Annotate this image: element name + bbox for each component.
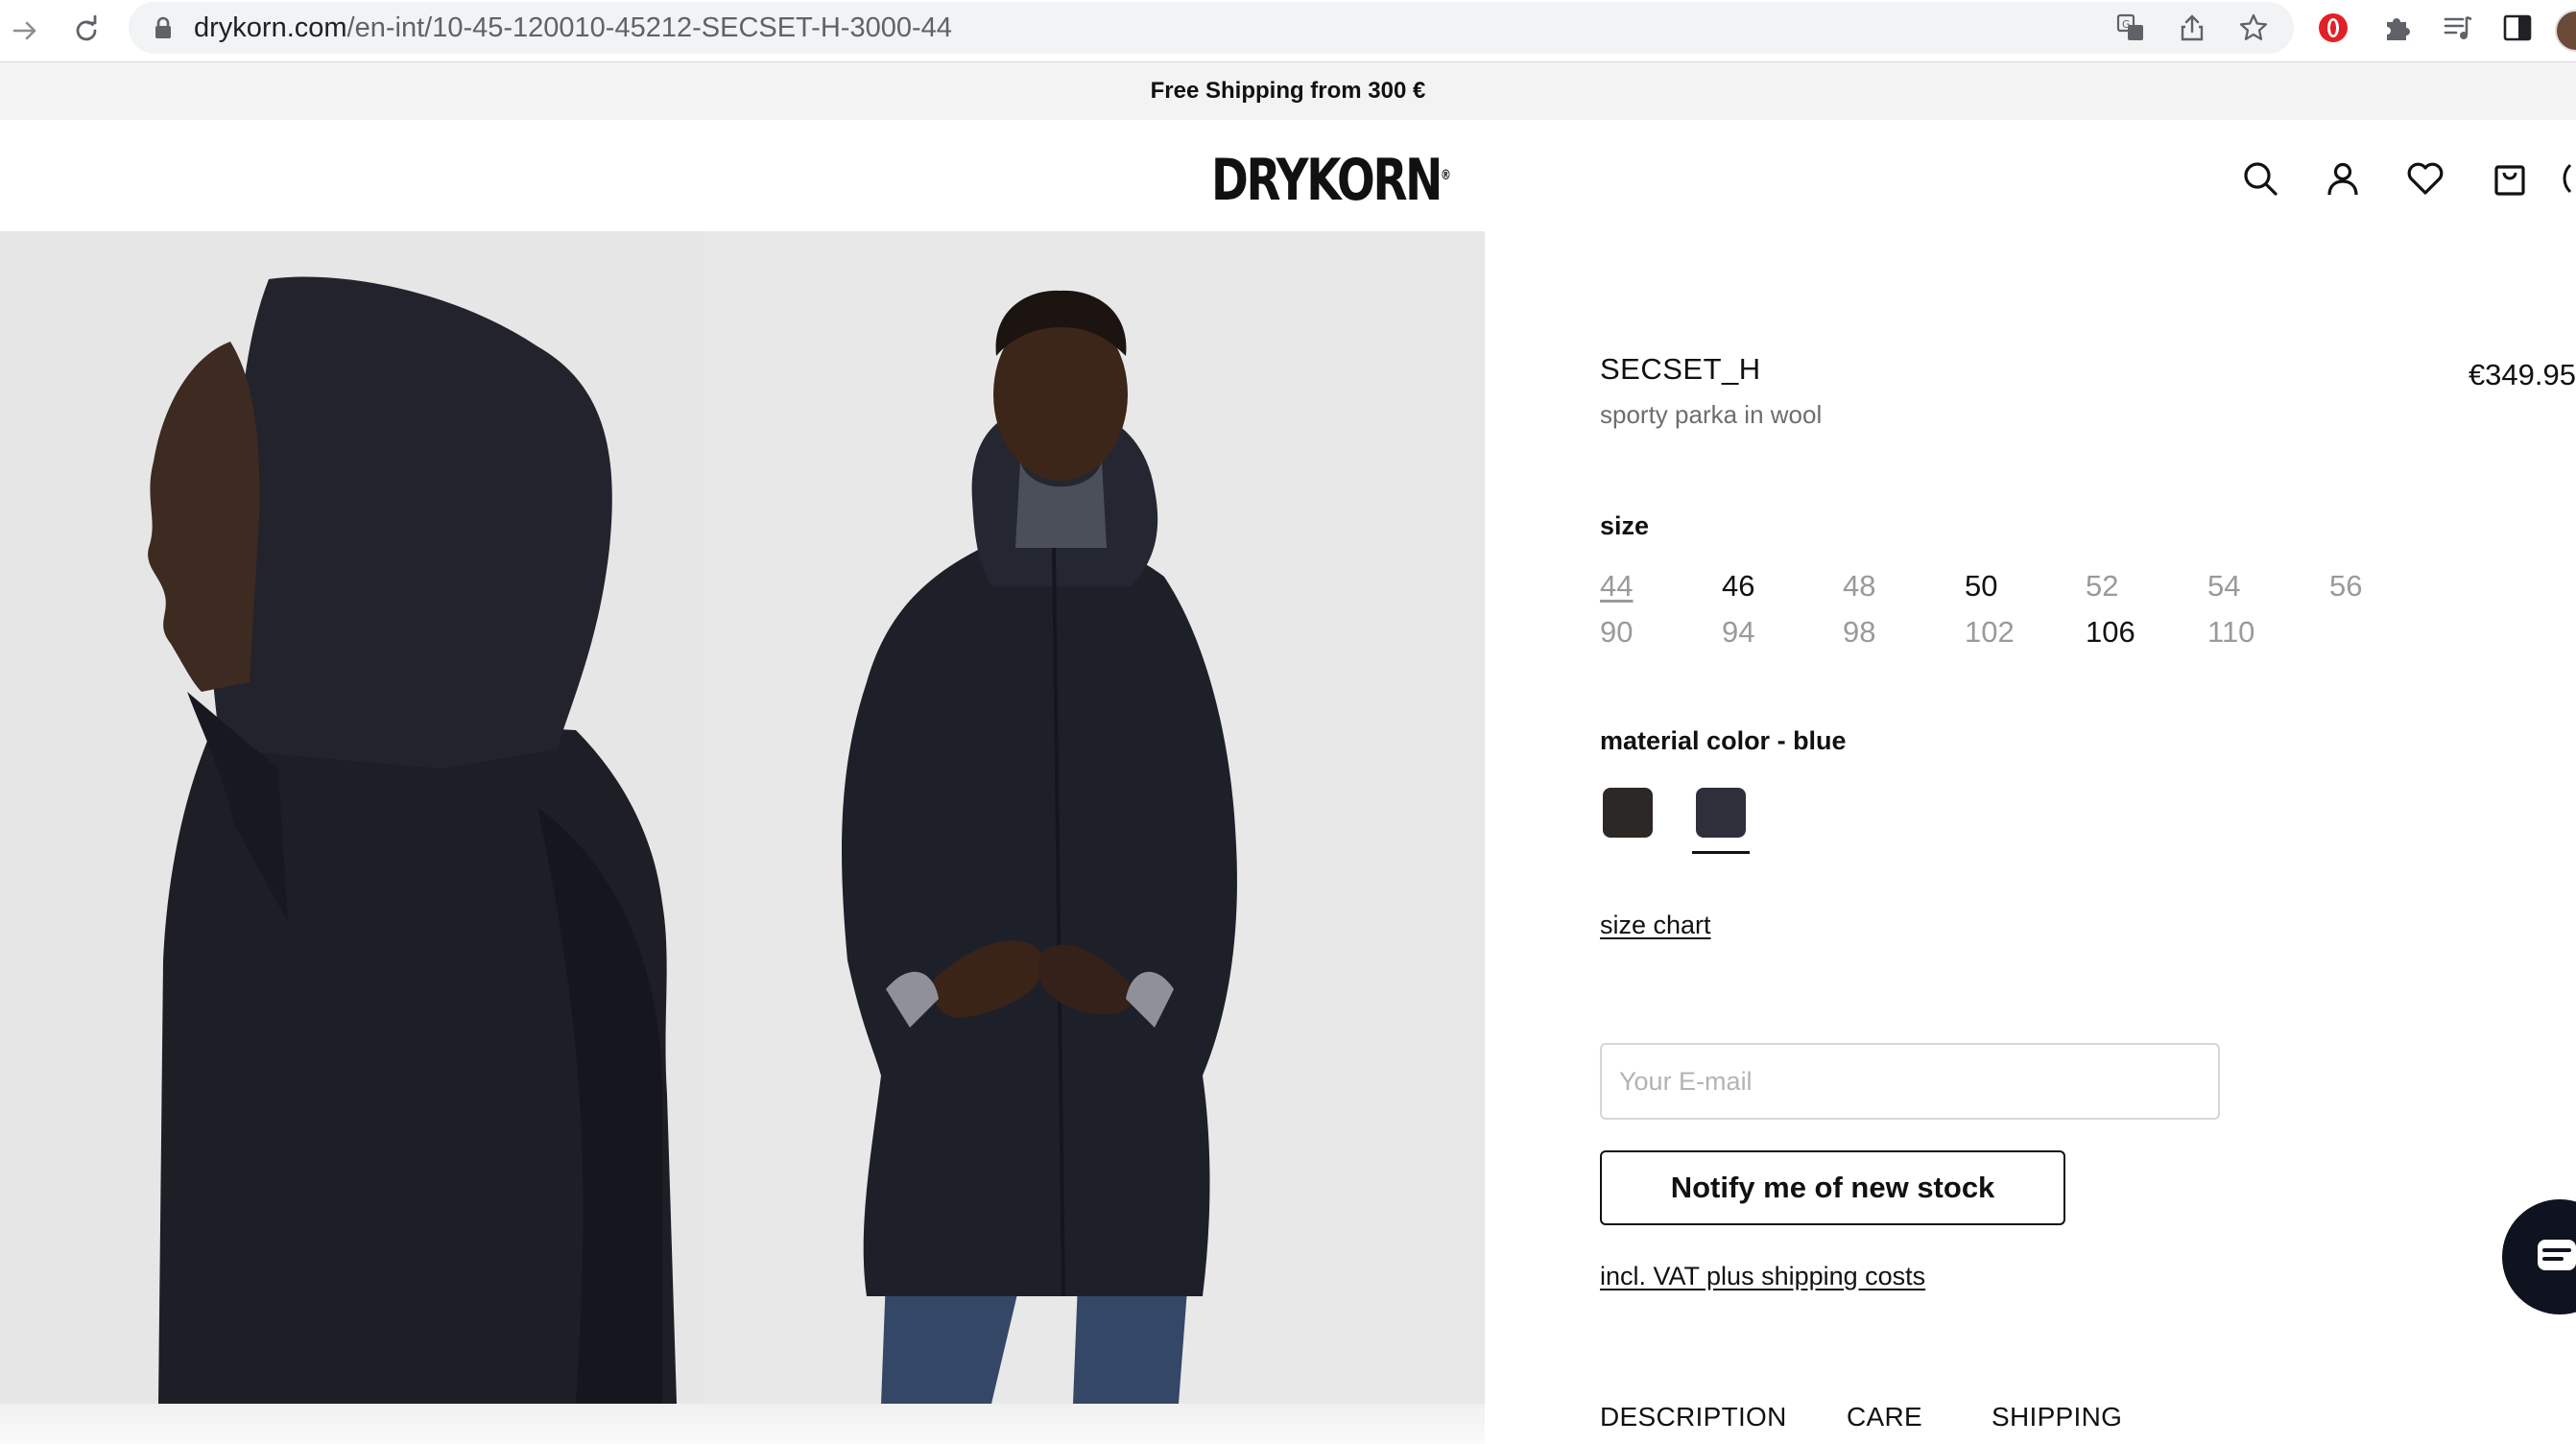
size-eu: 52 [2086,569,2119,603]
translate-icon[interactable]: G [2115,12,2146,43]
tab-care[interactable]: CARE [1847,1402,1922,1432]
size-eu: 54 [2207,569,2241,603]
tab-shipping[interactable]: SHIPPING [1992,1402,2122,1432]
size-us: 102 [1965,615,2015,649]
logo-text: DRYKORN [1211,147,1443,214]
forward-icon[interactable] [2,8,48,54]
notify-me-button[interactable]: Notify me of new stock [1600,1150,2065,1225]
account-icon[interactable] [2323,158,2363,199]
size-option-50[interactable]: 50 102 [1965,563,2070,655]
profile-avatar[interactable] [2555,10,2576,52]
cart-bag-icon[interactable] [2490,158,2530,199]
size-us [2329,609,2435,655]
extensions-puzzle-icon[interactable] [2380,12,2413,44]
size-eu: 50 [1965,569,1998,603]
size-us: 98 [1843,615,1876,649]
gallery-scroll-area[interactable] [0,1404,1485,1444]
tab-description[interactable]: DESCRIPTION [1600,1402,1787,1432]
bookmark-star-icon[interactable] [2238,12,2269,43]
cart-count-icon[interactable] [2559,158,2576,199]
size-eu: 48 [1843,569,1876,603]
product-price: €349.95 [2468,358,2576,391]
color-swatch-blue[interactable] [1696,788,1746,838]
drykorn-logo[interactable]: DRYKORN® [1211,147,1451,214]
chat-widget-button[interactable] [2502,1199,2576,1314]
size-option-48[interactable]: 48 98 [1843,563,1948,655]
size-us: 90 [1600,615,1634,649]
browser-toolbar: drykorn.com/en-int/10-45-120010-45212-SE… [0,0,2576,62]
size-chart-link[interactable]: size chart [1600,911,1711,940]
size-eu: 46 [1722,569,1755,603]
opera-extension-icon[interactable] [2317,12,2349,44]
size-eu: 44 [1600,569,1634,603]
product-image-side-view[interactable] [0,231,704,1404]
size-label: size [1600,511,1650,540]
lock-icon[interactable] [150,14,177,41]
chat-icon [2538,1240,2576,1270]
size-us: 106 [2086,615,2135,649]
reload-icon[interactable] [63,8,109,54]
product-name: SECSET_H [1600,352,1761,386]
free-shipping-banner: Free Shipping from 300 € [0,62,2576,120]
site-header: DRYKORN® [0,120,2576,231]
selected-swatch-indicator [1692,851,1750,854]
svg-text:G: G [2122,18,2131,31]
size-option-44[interactable]: 44 90 [1600,563,1705,655]
email-field[interactable] [1600,1043,2220,1120]
share-icon[interactable] [2177,12,2207,43]
address-bar[interactable]: drykorn.com/en-int/10-45-120010-45212-SE… [129,2,2294,54]
product-gallery[interactable] [0,231,1485,1404]
size-option-56[interactable]: 56 [2329,563,2435,655]
product-subtitle: sporty parka in wool [1600,400,1823,429]
side-panel-icon[interactable] [2501,12,2534,44]
product-image-front-view[interactable] [704,231,1485,1404]
size-option-54[interactable]: 54 110 [2207,563,2313,655]
material-color-label: material color - blue [1600,726,1847,755]
wishlist-heart-icon[interactable] [2405,158,2445,199]
size-option-52[interactable]: 52 106 [2086,563,2191,655]
size-eu: 56 [2329,569,2363,603]
search-icon[interactable] [2240,158,2280,199]
url-path: /en-int/10-45-120010-45212-SECSET-H-3000… [346,12,952,43]
url-text[interactable]: drykorn.com/en-int/10-45-120010-45212-SE… [194,2,952,54]
media-control-icon[interactable] [2442,12,2474,44]
size-us: 94 [1722,615,1755,649]
url-host: drykorn.com [194,12,347,43]
registered-mark: ® [1440,168,1451,183]
color-swatch-black[interactable] [1603,788,1653,838]
size-us: 110 [2207,615,2255,649]
product-details-panel: SECSET_H sporty parka in wool €349.95 si… [1485,231,2576,1444]
vat-shipping-link[interactable]: incl. VAT plus shipping costs [1600,1262,1925,1291]
size-option-46[interactable]: 46 94 [1722,563,1827,655]
